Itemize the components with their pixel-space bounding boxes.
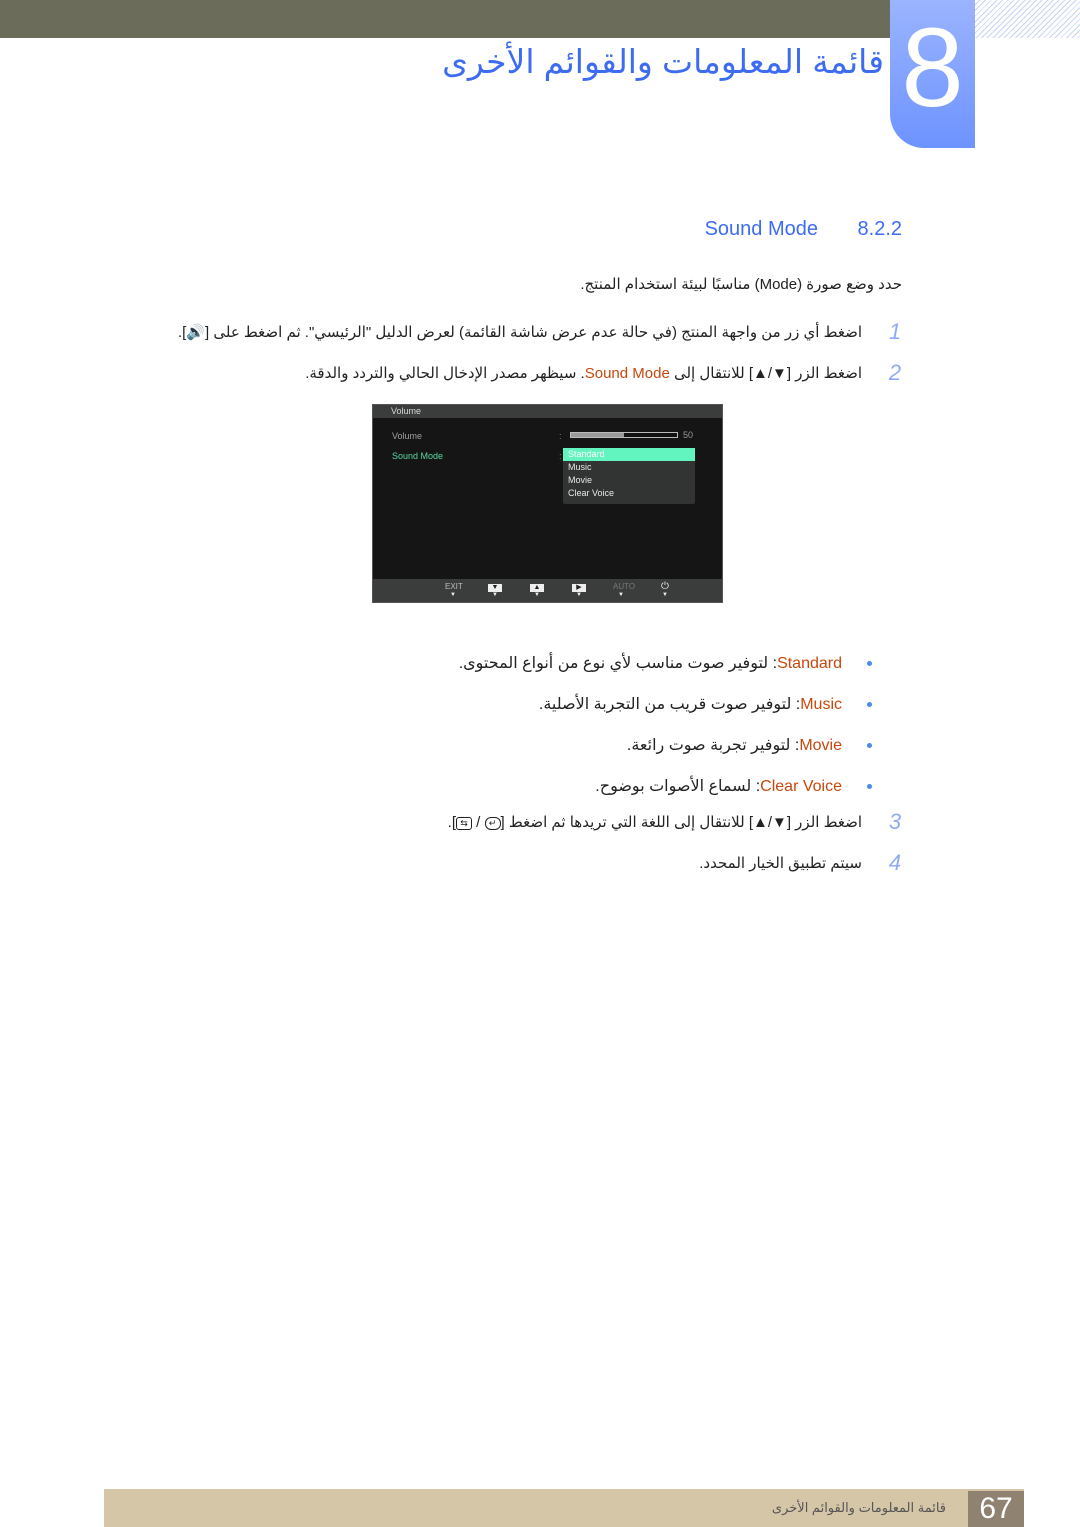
- bullet-text: : لتوفير صوت مناسب لأي نوع من أنواع المح…: [458, 655, 778, 672]
- step-text-a: اضغط الزر [▼/▲] للانتقال إلى: [669, 365, 862, 382]
- bullet-item: Music: لتوفير صوت قريب من التجربة الأصلي…: [538, 694, 873, 714]
- bullet-item: Movie: لتوفير تجربة صوت رائعة.: [626, 735, 873, 755]
- step-4: 4 سيتم تطبيق الخيار المحدد.: [699, 850, 902, 875]
- auto-label: AUTO: [613, 582, 636, 591]
- osd-colon: :: [559, 431, 562, 441]
- step-text: اضغط الزر [▼/▲] للانتقال إلى Sound Mode.…: [305, 364, 862, 382]
- chapter-number: 8: [901, 5, 964, 130]
- step-2: 2 اضغط الزر [▼/▲] للانتقال إلى Sound Mod…: [305, 360, 902, 385]
- auto-button[interactable]: AUTO ▼: [613, 582, 636, 598]
- header-bar: [0, 0, 890, 38]
- bullet-text: : لسماع الأصوات بوضوح.: [595, 778, 761, 795]
- step-number: 3: [888, 809, 902, 834]
- speaker-icon: 🔊: [186, 324, 206, 341]
- step-text-end: ].: [447, 814, 457, 831]
- volume-value: 50: [683, 430, 694, 440]
- option-music[interactable]: Music: [563, 461, 695, 474]
- right-arrow-icon: ▶: [572, 584, 586, 592]
- osd-volume-label: Volume: [392, 431, 423, 441]
- step-text-main: اضغط الزر [▼/▲] للانتقال إلى اللغة التي …: [500, 814, 862, 831]
- enter-button[interactable]: ▶ ▼: [571, 582, 587, 598]
- down-arrow-icon: ▼: [488, 584, 502, 592]
- header-hatch-decoration: [975, 0, 1080, 38]
- osd-screenshot: Volume Volume Sound Mode : : 50 Standard…: [372, 404, 723, 603]
- power-icon: ⏻: [661, 581, 669, 592]
- bullet-label: Standard: [777, 655, 842, 672]
- step-1: 1 اضغط أي زر من واجهة المنتج (في حالة عد…: [178, 319, 902, 344]
- step-number: 4: [888, 850, 902, 875]
- bullet-item: Standard: لتوفير صوت مناسب لأي نوع من أن…: [458, 653, 873, 673]
- step-text-b: . سيظهر مصدر الإدخال الحالي والتردد والد…: [305, 365, 585, 382]
- step-text-main: اضغط أي زر من واجهة المنتج (في حالة عدم …: [205, 324, 862, 341]
- option-movie[interactable]: Movie: [563, 474, 695, 487]
- power-button[interactable]: ⏻ ▼: [657, 581, 673, 599]
- step-text: سيتم تطبيق الخيار المحدد.: [699, 855, 862, 872]
- option-standard[interactable]: Standard: [563, 448, 695, 461]
- enter-key-icon: ↵: [484, 816, 501, 830]
- volume-slider-fill: [571, 433, 624, 437]
- intro-text: حدد وضع صورة (Mode) مناسبًا لبيئة استخدا…: [580, 276, 902, 293]
- up-button[interactable]: ▲ ▼: [529, 582, 545, 598]
- pointer-arrow-icon: ▼: [618, 592, 624, 598]
- step-number: 2: [888, 360, 902, 385]
- osd-colon: :: [559, 451, 562, 461]
- step-number: 1: [888, 319, 902, 344]
- pointer-arrow-icon: ▼: [450, 592, 456, 598]
- chapter-title: قائمة المعلومات والقوائم الأخرى: [442, 43, 884, 80]
- section-title: Sound Mode: [704, 218, 818, 240]
- source-key-icon: ⇆: [456, 816, 473, 830]
- pointer-arrow-icon: ▼: [576, 592, 582, 598]
- pointer-arrow-icon: ▼: [662, 592, 668, 598]
- up-arrow-icon: ▲: [530, 584, 544, 592]
- bullet-item: Clear Voice: لسماع الأصوات بوضوح.: [595, 776, 872, 796]
- osd-footer: EXIT ▼ ▼ ▼ ▲ ▼ ▶ ▼ AUTO ▼ ⏻ ▼: [373, 579, 722, 602]
- exit-label: EXIT: [445, 582, 463, 591]
- step-text: اضغط الزر [▼/▲] للانتقال إلى اللغة التي …: [447, 814, 862, 831]
- step-3: 3 اضغط الزر [▼/▲] للانتقال إلى اللغة الت…: [447, 809, 902, 834]
- volume-slider[interactable]: [570, 432, 678, 438]
- exit-button[interactable]: EXIT ▼: [445, 582, 463, 598]
- osd-sound-mode-label: Sound Mode: [392, 451, 444, 461]
- chapter-tab: 8: [890, 0, 975, 148]
- bullet-label: Movie: [799, 737, 842, 754]
- osd-header: Volume: [373, 405, 722, 418]
- step-highlight: Sound Mode: [584, 365, 670, 382]
- pointer-arrow-icon: ▼: [534, 592, 540, 598]
- bullet-text: : لتوفير صوت قريب من التجربة الأصلية.: [538, 696, 801, 713]
- footer-title: قائمة المعلومات والقوائم الأخرى: [771, 1500, 946, 1515]
- sound-mode-dropdown[interactable]: Standard Music Movie Clear Voice: [563, 448, 695, 504]
- option-clear-voice[interactable]: Clear Voice: [563, 487, 695, 500]
- bullet-label: Clear Voice: [760, 778, 842, 795]
- step-text: اضغط أي زر من واجهة المنتج (في حالة عدم …: [178, 323, 862, 341]
- section-number: 8.2.2: [857, 218, 902, 240]
- page-footer: قائمة المعلومات والقوائم الأخرى 67: [104, 1489, 1024, 1527]
- pointer-arrow-icon: ▼: [492, 592, 498, 598]
- bullet-label: Music: [800, 696, 842, 713]
- down-button[interactable]: ▼ ▼: [487, 582, 503, 598]
- page-number: 67: [968, 1491, 1024, 1527]
- bullet-text: : لتوفير تجربة صوت رائعة.: [626, 737, 800, 754]
